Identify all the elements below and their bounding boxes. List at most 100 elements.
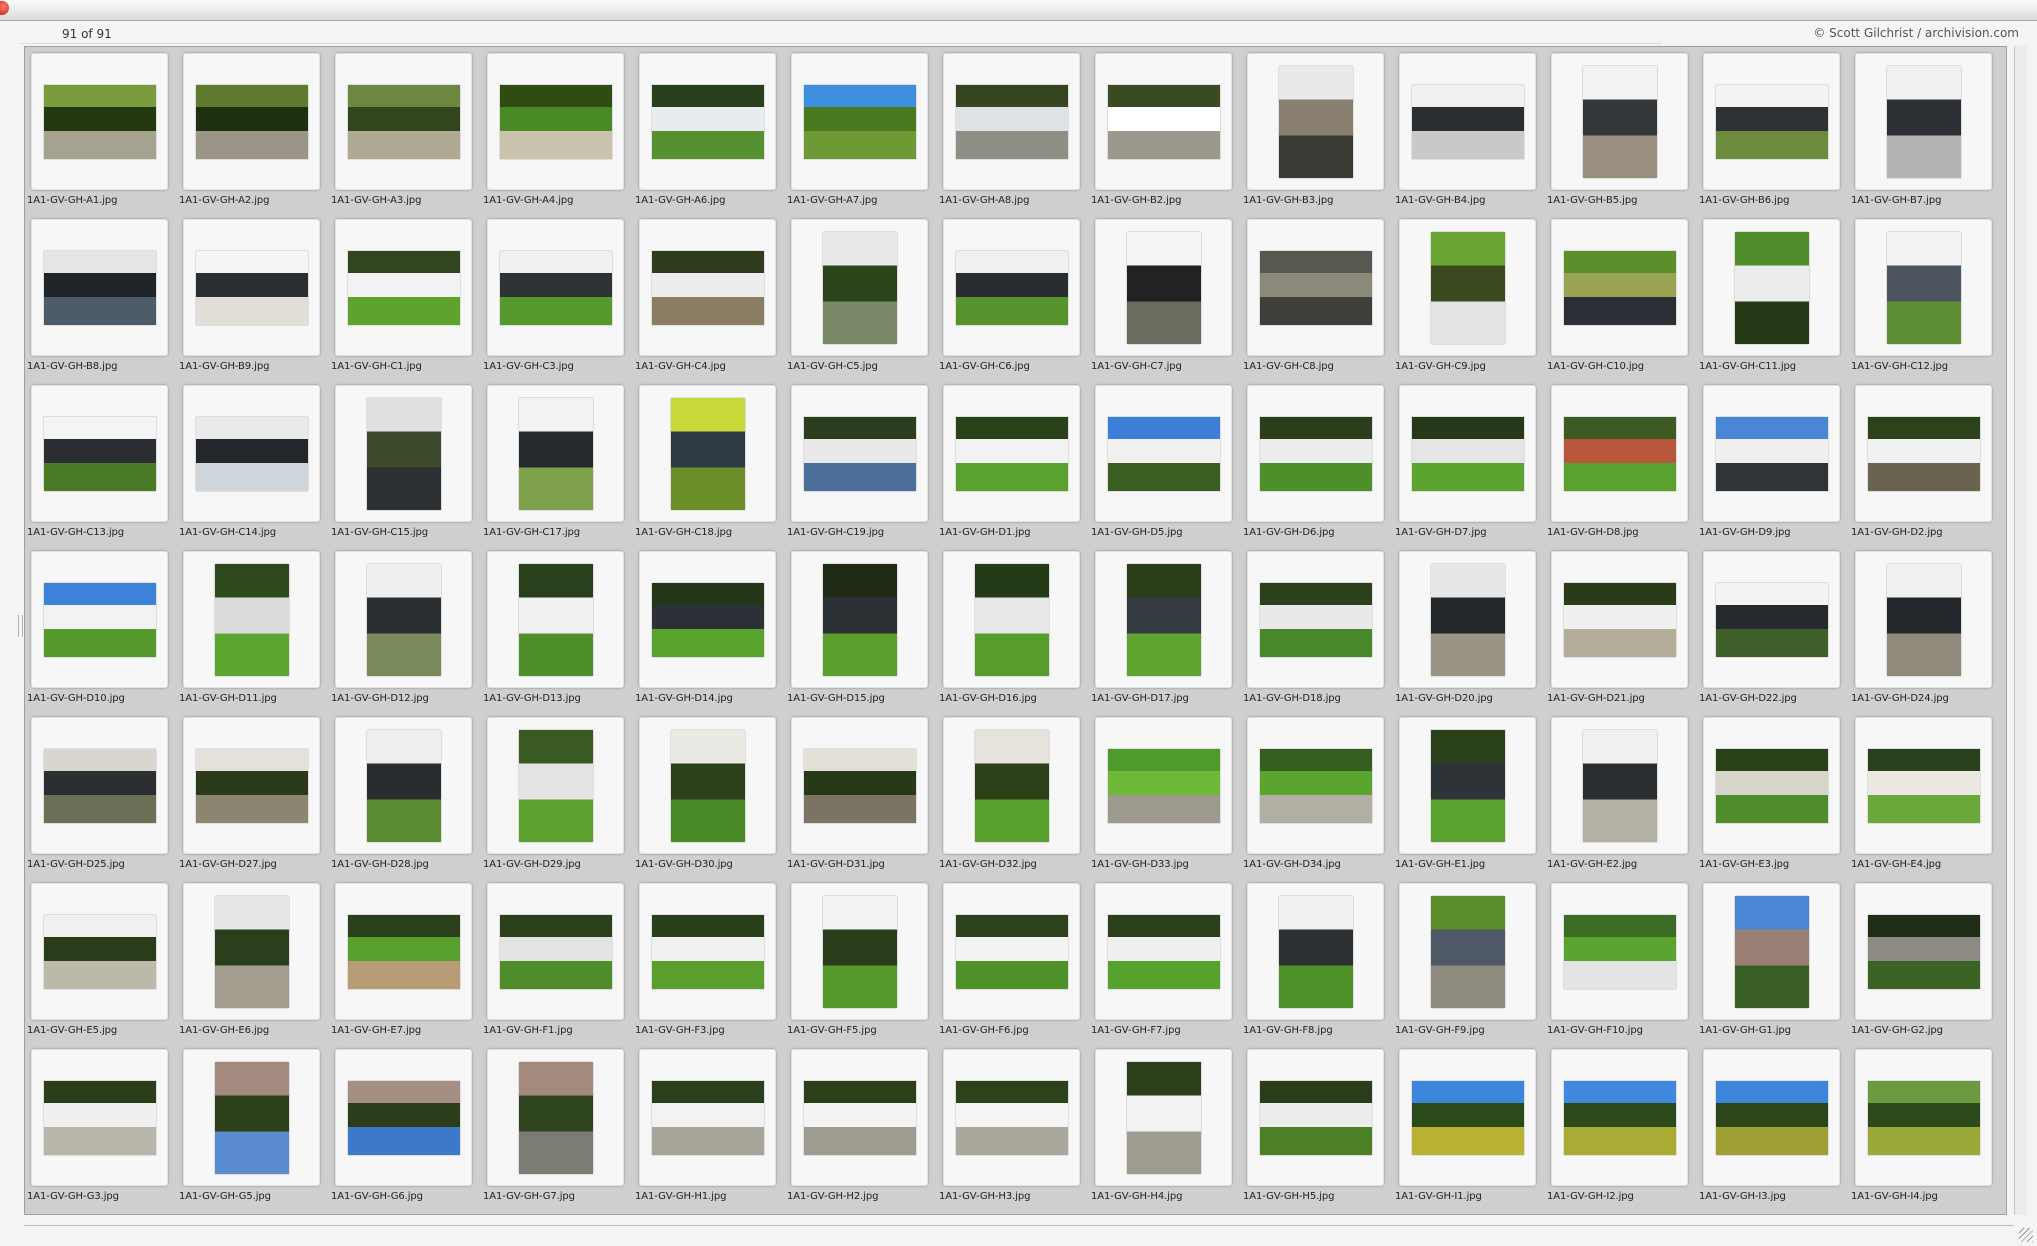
photo-thumbnail[interactable] [1260,583,1372,657]
slide-mount[interactable] [1703,385,1840,522]
thumbnail-item[interactable]: 1A1-GV-GH-E4.jpg [1849,711,2001,877]
photo-thumbnail[interactable] [823,896,897,1008]
thumbnail-item[interactable]: 1A1-GV-GH-B7.jpg [1849,47,2001,213]
photo-thumbnail[interactable] [1431,730,1505,842]
photo-thumbnail[interactable] [975,730,1049,842]
photo-thumbnail[interactable] [1868,915,1980,989]
thumbnail-item[interactable]: 1A1-GV-GH-A8.jpg [937,47,1089,213]
thumbnail-item[interactable]: 1A1-GV-GH-A4.jpg [481,47,633,213]
thumbnail-item[interactable]: 1A1-GV-GH-B9.jpg [177,213,329,379]
thumbnail-item[interactable]: 1A1-GV-GH-C10.jpg [1545,213,1697,379]
thumbnail-item[interactable]: 1A1-GV-GH-D2.jpg [1849,379,2001,545]
thumbnail-item[interactable]: 1A1-GV-GH-C4.jpg [633,213,785,379]
photo-thumbnail[interactable] [823,232,897,344]
photo-thumbnail[interactable] [196,251,308,325]
photo-thumbnail[interactable] [804,749,916,823]
photo-thumbnail[interactable] [1431,564,1505,676]
photo-thumbnail[interactable] [1583,730,1657,842]
slide-mount[interactable] [487,717,624,854]
slide-mount[interactable] [183,717,320,854]
slide-mount[interactable] [1399,1049,1536,1186]
thumbnail-item[interactable]: 1A1-GV-GH-D29.jpg [481,711,633,877]
thumbnail-item[interactable]: 1A1-GV-GH-G3.jpg [25,1043,177,1209]
photo-thumbnail[interactable] [1887,564,1961,676]
slide-mount[interactable] [1399,717,1536,854]
slide-mount[interactable] [639,219,776,356]
thumbnail-item[interactable]: 1A1-GV-GH-D10.jpg [25,545,177,711]
photo-thumbnail[interactable] [519,564,593,676]
photo-thumbnail[interactable] [1127,1062,1201,1174]
photo-thumbnail[interactable] [652,1081,764,1155]
thumbnail-item[interactable]: 1A1-GV-GH-D32.jpg [937,711,1089,877]
slide-mount[interactable] [1551,1049,1688,1186]
thumbnail-item[interactable]: 1A1-GV-GH-A2.jpg [177,47,329,213]
photo-thumbnail[interactable] [1564,583,1676,657]
thumbnail-item[interactable]: 1A1-GV-GH-D33.jpg [1089,711,1241,877]
slide-mount[interactable] [1703,219,1840,356]
slide-mount[interactable] [335,551,472,688]
slide-mount[interactable] [1247,385,1384,522]
photo-thumbnail[interactable] [1716,749,1828,823]
thumbnail-item[interactable]: 1A1-GV-GH-E3.jpg [1697,711,1849,877]
slide-mount[interactable] [183,1049,320,1186]
photo-thumbnail[interactable] [956,915,1068,989]
thumbnail-item[interactable]: 1A1-GV-GH-I2.jpg [1545,1043,1697,1209]
slide-mount[interactable] [335,385,472,522]
slide-mount[interactable] [487,551,624,688]
slide-mount[interactable] [639,717,776,854]
photo-thumbnail[interactable] [804,1081,916,1155]
thumbnail-item[interactable]: 1A1-GV-GH-C8.jpg [1241,213,1393,379]
thumbnail-item[interactable]: 1A1-GV-GH-A3.jpg [329,47,481,213]
thumbnail-item[interactable]: 1A1-GV-GH-G1.jpg [1697,877,1849,1043]
photo-thumbnail[interactable] [519,730,593,842]
slide-mount[interactable] [183,219,320,356]
slide-mount[interactable] [335,717,472,854]
thumbnail-item[interactable]: 1A1-GV-GH-E2.jpg [1545,711,1697,877]
slide-mount[interactable] [791,551,928,688]
slide-mount[interactable] [943,1049,1080,1186]
slide-mount[interactable] [31,1049,168,1186]
photo-thumbnail[interactable] [1260,417,1372,491]
photo-thumbnail[interactable] [1108,915,1220,989]
slide-mount[interactable] [639,53,776,190]
slide-mount[interactable] [791,1049,928,1186]
thumbnail-item[interactable]: 1A1-GV-GH-D14.jpg [633,545,785,711]
photo-thumbnail[interactable] [1735,896,1809,1008]
photo-thumbnail[interactable] [652,85,764,159]
photo-thumbnail[interactable] [804,417,916,491]
thumbnail-item[interactable]: 1A1-GV-GH-D30.jpg [633,711,785,877]
thumbnail-item[interactable]: 1A1-GV-GH-H5.jpg [1241,1043,1393,1209]
thumbnail-item[interactable]: 1A1-GV-GH-D17.jpg [1089,545,1241,711]
photo-thumbnail[interactable] [367,730,441,842]
slide-mount[interactable] [1855,385,1992,522]
thumbnail-item[interactable]: 1A1-GV-GH-D6.jpg [1241,379,1393,545]
slide-mount[interactable] [639,1049,776,1186]
slide-mount[interactable] [487,883,624,1020]
photo-thumbnail[interactable] [1735,232,1809,344]
photo-thumbnail[interactable] [1127,564,1201,676]
photo-thumbnail[interactable] [1887,232,1961,344]
slide-mount[interactable] [943,385,1080,522]
thumbnail-item[interactable]: 1A1-GV-GH-E7.jpg [329,877,481,1043]
thumbnail-item[interactable]: 1A1-GV-GH-G5.jpg [177,1043,329,1209]
thumbnail-item[interactable]: 1A1-GV-GH-D9.jpg [1697,379,1849,545]
slide-mount[interactable] [335,219,472,356]
slide-mount[interactable] [1855,883,1992,1020]
photo-thumbnail[interactable] [1412,417,1524,491]
photo-thumbnail[interactable] [44,749,156,823]
thumbnail-item[interactable]: 1A1-GV-GH-H2.jpg [785,1043,937,1209]
thumbnail-item[interactable]: 1A1-GV-GH-F10.jpg [1545,877,1697,1043]
slide-mount[interactable] [1855,551,1992,688]
photo-thumbnail[interactable] [44,251,156,325]
thumbnail-item[interactable]: 1A1-GV-GH-B5.jpg [1545,47,1697,213]
slide-mount[interactable] [639,883,776,1020]
photo-thumbnail[interactable] [519,398,593,510]
photo-thumbnail[interactable] [500,85,612,159]
thumbnail-item[interactable]: 1A1-GV-GH-C3.jpg [481,213,633,379]
slide-mount[interactable] [183,385,320,522]
photo-thumbnail[interactable] [652,915,764,989]
left-resize-handle[interactable] [18,615,23,637]
photo-thumbnail[interactable] [1887,66,1961,178]
photo-thumbnail[interactable] [1431,232,1505,344]
slide-mount[interactable] [31,219,168,356]
